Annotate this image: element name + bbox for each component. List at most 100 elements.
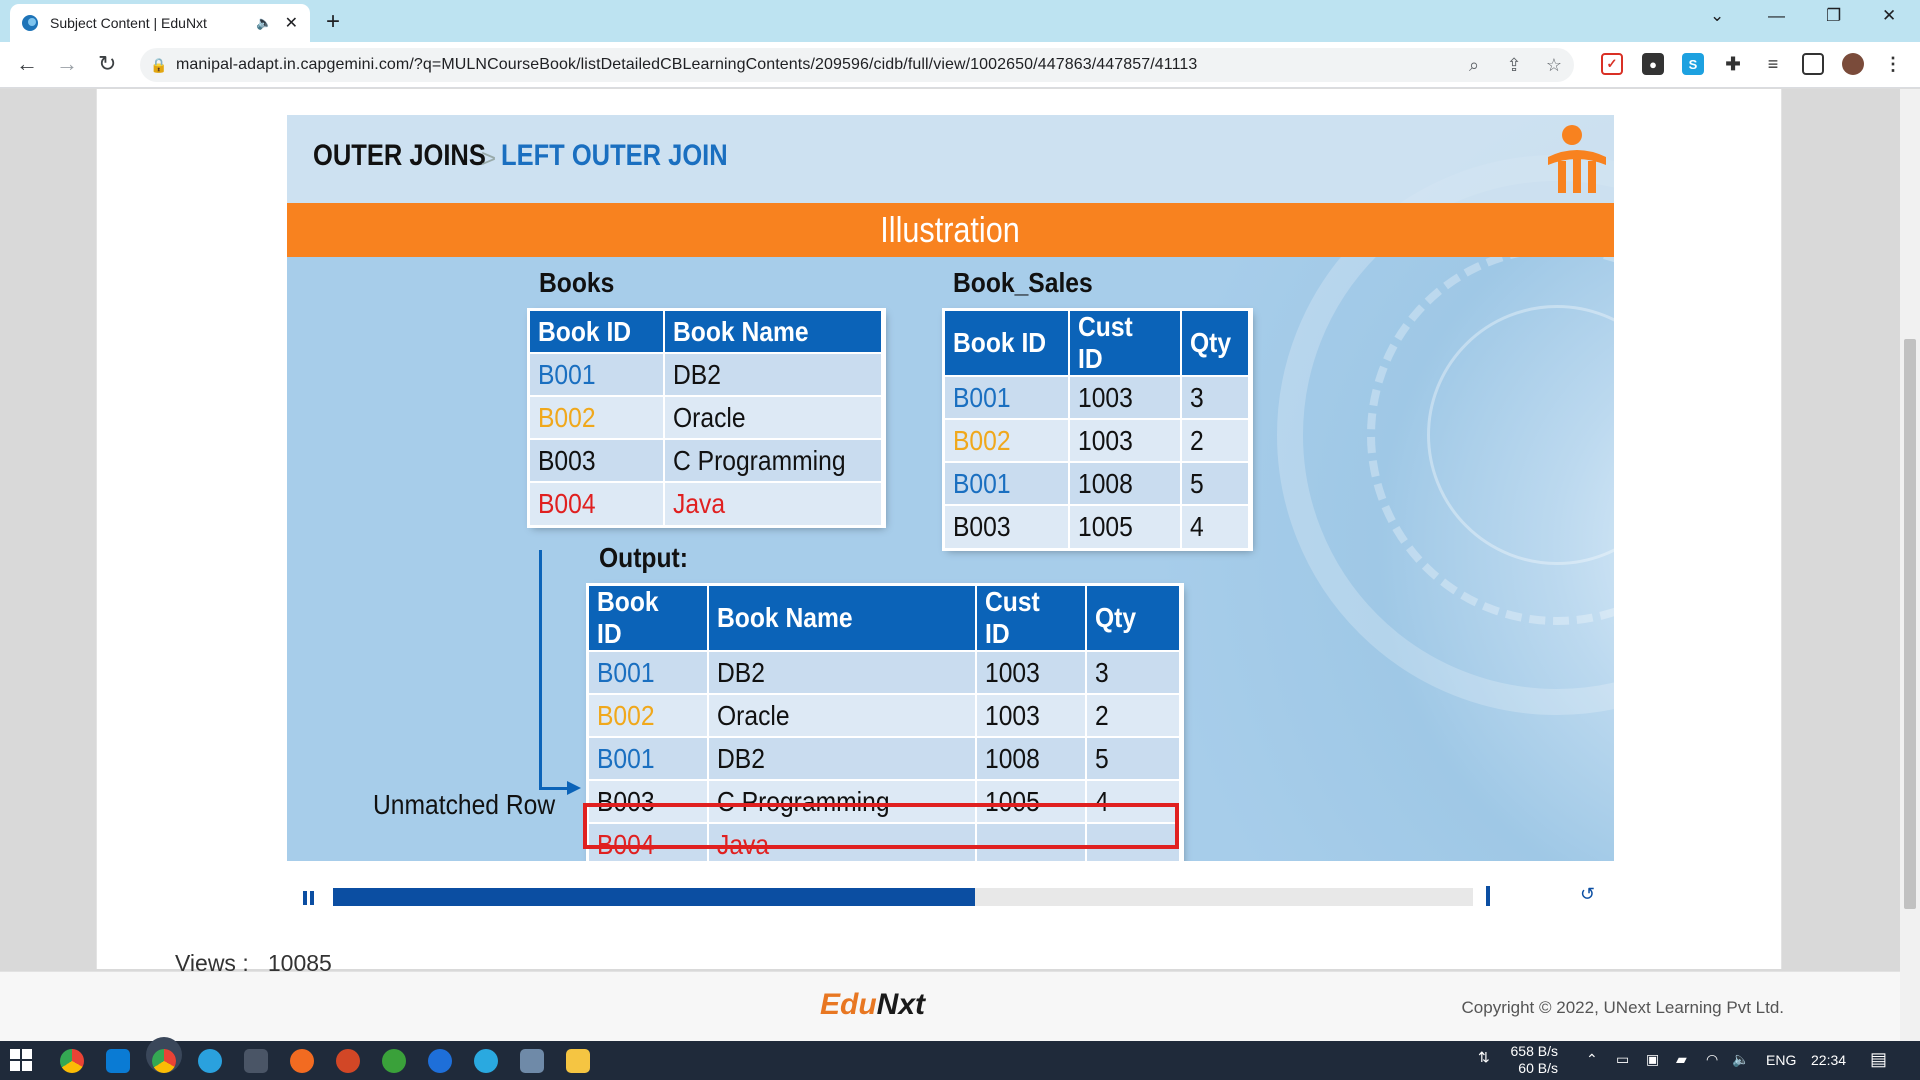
forward-icon[interactable]: → <box>56 51 78 77</box>
minimize-icon[interactable]: — <box>1768 6 1785 26</box>
bookmark-star-icon[interactable]: ☆ <box>1534 55 1574 76</box>
close-window-icon[interactable]: ✕ <box>1882 6 1896 26</box>
puzzle-extensions-icon[interactable]: ✚ <box>1722 53 1744 75</box>
screen: Subject Content | EduNxt 🔈 ✕ + ⌄ — ❐ ✕ ←… <box>0 0 1920 1080</box>
table-row: B001 DB2 1003 3 <box>589 650 1181 694</box>
progress-fill[interactable] <box>333 888 975 906</box>
battery-icon[interactable]: ▰ <box>1676 1051 1687 1068</box>
views-label: Views : <box>175 950 249 972</box>
edge-icon[interactable] <box>474 1049 498 1073</box>
column-header: Book ID <box>530 311 665 353</box>
extension-icon[interactable]: ● <box>1642 53 1664 75</box>
table-cell: 1008 <box>1069 461 1182 505</box>
s-extension-icon[interactable]: S <box>1682 53 1704 75</box>
table-cell: DB2 <box>664 352 883 396</box>
url-text: manipal-adapt.in.capgemini.com/?q=MULNCo… <box>176 56 1198 73</box>
table-cell: B003 <box>530 438 665 482</box>
table-row: B001 1003 3 <box>945 375 1250 419</box>
chevron-arrows-icon[interactable]: ⇅ <box>1478 1049 1490 1066</box>
show-hidden-icons-icon[interactable]: ⌃ <box>1586 1051 1598 1068</box>
table-cell: B002 <box>530 395 665 439</box>
table-cell: 1003 <box>976 650 1087 694</box>
reload-icon[interactable]: ↻ <box>98 51 116 77</box>
new-tab-icon[interactable]: + <box>326 8 340 36</box>
brand-part: Edu <box>820 988 877 1021</box>
table-cell: DB2 <box>708 650 977 694</box>
menu-kebab-icon[interactable]: ⋮ <box>1882 53 1904 75</box>
notification-icon[interactable]: ▤ <box>1870 1049 1887 1070</box>
net-up: 60 B/s <box>1518 1060 1558 1076</box>
table-cell: 1003 <box>976 693 1087 737</box>
table-cell: 5 <box>1086 736 1181 780</box>
page-scrollbar[interactable] <box>1900 89 1920 1041</box>
app-icon[interactable] <box>244 1049 268 1073</box>
pocket-extension-icon[interactable]: ✓ <box>1601 53 1623 75</box>
app-icon[interactable] <box>290 1049 314 1073</box>
browser-tab[interactable]: Subject Content | EduNxt 🔈 ✕ <box>10 4 310 42</box>
table-row: B003 1005 4 <box>945 504 1250 548</box>
slide-title-sub: LEFT OUTER JOIN <box>501 139 728 172</box>
app-icon[interactable] <box>382 1049 406 1073</box>
table-row: B004 Java <box>530 481 883 525</box>
book-sales-label: Book_Sales <box>953 267 1093 298</box>
column-header: Book ID <box>589 586 709 651</box>
clock[interactable]: 22:34 <box>1811 1052 1846 1068</box>
tray-icon[interactable]: ▭ <box>1616 1051 1629 1068</box>
windows-start-icon[interactable] <box>10 1049 34 1073</box>
volume-tray-icon[interactable]: 🔈 <box>1732 1051 1749 1068</box>
column-header: Book ID <box>945 311 1070 376</box>
table-cell: Oracle <box>664 395 883 439</box>
app-icon[interactable] <box>428 1049 452 1073</box>
table-cell: C Programming <box>664 438 883 482</box>
media-control-icon[interactable]: ≡ <box>1762 53 1784 75</box>
table-cell: Oracle <box>708 693 977 737</box>
table-header-row: Book ID Book Name <box>530 311 883 353</box>
scrollbar-thumb[interactable] <box>1904 339 1916 909</box>
zoom-icon[interactable]: ⌕ <box>1454 55 1494 76</box>
lesson-slide: OUTER JOINS > LEFT OUTER JOIN Illustrati… <box>287 115 1614 861</box>
table-cell: B001 <box>945 375 1070 419</box>
browser-tabstrip: Subject Content | EduNxt 🔈 ✕ + ⌄ — ❐ ✕ <box>0 0 1920 42</box>
brand-part: Nxt <box>876 988 926 1021</box>
profile-avatar[interactable] <box>1842 53 1864 75</box>
table-cell: 2 <box>1181 418 1250 462</box>
telegram-icon[interactable] <box>198 1049 222 1073</box>
lock-icon: 🔒 <box>150 56 168 73</box>
edunxt-logo[interactable]: EduNxt <box>820 988 925 1022</box>
wifi-icon[interactable]: ◠ <box>1706 1051 1718 1068</box>
chrome-active-icon[interactable] <box>152 1049 176 1073</box>
tab-search-icon[interactable]: ⌄ <box>1710 6 1724 26</box>
back-icon[interactable]: ← <box>16 51 38 77</box>
file-explorer-icon[interactable] <box>566 1049 590 1073</box>
vscode-icon[interactable] <box>106 1049 130 1073</box>
chrome-icon[interactable] <box>60 1049 84 1073</box>
output-label: Output: <box>599 542 688 573</box>
replay-icon[interactable]: ↺ <box>1580 884 1595 905</box>
volume-icon[interactable] <box>1486 886 1490 906</box>
pause-icon[interactable] <box>303 891 315 905</box>
language-indicator[interactable]: ENG <box>1766 1052 1796 1068</box>
table-header-row: Book ID Book Name Cust ID Qty <box>589 586 1181 651</box>
speaker-icon[interactable]: 🔈 <box>256 15 272 31</box>
band-text: Illustration <box>880 209 1021 250</box>
restore-icon[interactable]: ❐ <box>1826 6 1841 26</box>
table-cell: B002 <box>589 693 709 737</box>
copyright-text: Copyright © 2022, UNext Learning Pvt Ltd… <box>1461 998 1784 1017</box>
table-cell: 1003 <box>1069 375 1182 419</box>
address-bar[interactable]: 🔒 manipal-adapt.in.capgemini.com/?q=MULN… <box>140 48 1574 82</box>
table-cell: 3 <box>1181 375 1250 419</box>
table-cell: B001 <box>945 461 1070 505</box>
close-tab-icon[interactable]: ✕ <box>285 13 298 33</box>
edunxt-favicon-icon <box>22 15 38 31</box>
windows-taskbar: ⇅ 658 B/s 60 B/s ⌃ ▭ ▣ ▰ ◠ 🔈 ENG 22:34 ▤ <box>0 1041 1920 1080</box>
browser-toolbar: ← → ↻ 🔒 manipal-adapt.in.capgemini.com/?… <box>0 42 1920 88</box>
views-value: 10085 <box>267 950 332 972</box>
slide-title-separator: > <box>481 143 497 173</box>
powerpoint-icon[interactable] <box>336 1049 360 1073</box>
side-panel-icon[interactable] <box>1802 53 1824 75</box>
book-sales-table: Book ID Cust ID Qty B001 1003 3 B002 1003 2 B001 1… <box>945 311 1250 548</box>
app-icon[interactable] <box>520 1049 544 1073</box>
share-icon[interactable]: ⇪ <box>1494 55 1534 76</box>
tray-icon[interactable]: ▣ <box>1646 1051 1659 1068</box>
table-cell: DB2 <box>708 736 977 780</box>
